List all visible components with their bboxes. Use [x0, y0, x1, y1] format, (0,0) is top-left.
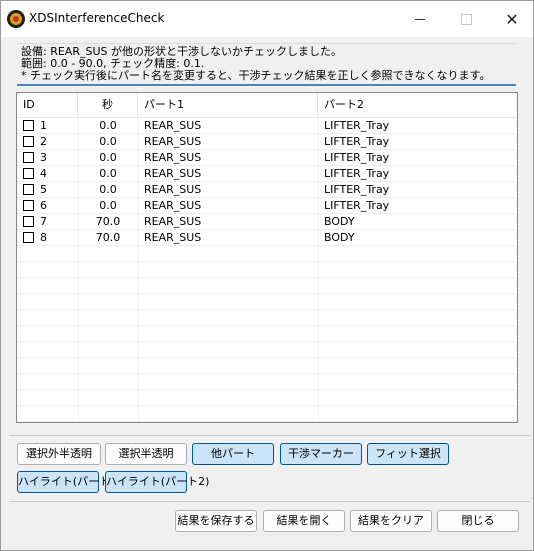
column-header-seconds[interactable]: 秒 — [78, 93, 138, 117]
minimize-button[interactable] — [397, 1, 443, 37]
row-checkbox[interactable] — [23, 152, 34, 163]
row-gridline — [17, 325, 517, 326]
row-gridline — [17, 229, 517, 230]
row-seconds: 0.0 — [99, 119, 117, 132]
table-row[interactable]: 4 0.0 REAR_SUS LIFTER_Tray — [17, 166, 517, 182]
maximize-icon — [460, 13, 472, 25]
table-row[interactable]: 2 0.0 REAR_SUS LIFTER_Tray — [17, 134, 517, 150]
window-title: XDSInterferenceCheck — [29, 11, 165, 25]
clear-results-button[interactable]: 結果をクリア — [350, 510, 432, 532]
row-part1: REAR_SUS — [144, 151, 202, 164]
row-id: 3 — [40, 151, 47, 164]
row-part2: BODY — [324, 215, 355, 228]
row-id: 2 — [40, 135, 47, 148]
row-seconds: 0.0 — [99, 183, 117, 196]
row-part2: LIFTER_Tray — [324, 135, 390, 148]
row-gridline — [17, 261, 517, 262]
column-header-id[interactable]: ID — [17, 93, 78, 117]
row-gridline — [17, 133, 517, 134]
row-part1: REAR_SUS — [144, 183, 202, 196]
row-part1: REAR_SUS — [144, 215, 202, 228]
row-part2: LIFTER_Tray — [324, 199, 390, 212]
row-part2: BODY — [324, 231, 355, 244]
row-gridline — [17, 277, 517, 278]
row-gridline — [17, 149, 517, 150]
message-panel: 設備: REAR_SUS が他の形状と干渉しないかチェックしました。 範囲: 0… — [17, 43, 516, 86]
row-checkbox[interactable] — [23, 120, 34, 131]
close-button[interactable]: 閉じる — [437, 510, 519, 532]
maximize-button[interactable] — [443, 1, 489, 37]
table-header: ID 秒 パート1 パート2 — [17, 93, 517, 118]
highlight-part1-button[interactable]: ハイライト(パート1) — [17, 471, 121, 493]
minimize-icon — [415, 18, 425, 20]
interference-check-window: XDSInterferenceCheck ✕ 設備: REAR_SUS が他の形… — [0, 0, 534, 551]
column-header-part1[interactable]: パート1 — [138, 93, 318, 117]
fit-selection-button[interactable]: フィット選択 — [367, 443, 449, 465]
title-bar[interactable]: XDSInterferenceCheck ✕ — [1, 1, 533, 37]
table-row[interactable]: 1 0.0 REAR_SUS LIFTER_Tray — [17, 118, 517, 134]
row-checkbox[interactable] — [23, 232, 34, 243]
row-id: 5 — [40, 183, 47, 196]
close-icon: ✕ — [505, 9, 519, 29]
row-gridline — [17, 213, 517, 214]
row-gridline — [17, 245, 517, 246]
other-parts-button[interactable]: 他パート — [192, 443, 274, 465]
row-checkbox[interactable] — [23, 184, 34, 195]
row-part1: REAR_SUS — [144, 231, 202, 244]
row-seconds: 70.0 — [95, 231, 121, 244]
row-gridline — [17, 181, 517, 182]
row-part2: LIFTER_Tray — [324, 119, 390, 132]
row-part1: REAR_SUS — [144, 167, 202, 180]
row-gridline — [17, 357, 517, 358]
table-row[interactable]: 3 0.0 REAR_SUS LIFTER_Tray — [17, 150, 517, 166]
message-line-3: * チェック実行後にパート名を変更すると、干渉チェック結果を正しく参照できなくな… — [21, 69, 491, 82]
results-table[interactable]: ID 秒 パート1 パート2 1 0.0 REAR_SUS LIFTER_Tray 2 0… — [16, 92, 518, 423]
row-gridline — [17, 373, 517, 374]
row-id: 6 — [40, 199, 47, 212]
interference-marker-button[interactable]: 干渉マーカー — [280, 443, 362, 465]
row-part2: LIFTER_Tray — [324, 151, 390, 164]
row-checkbox[interactable] — [23, 216, 34, 227]
separator — [9, 501, 530, 502]
row-part1: REAR_SUS — [144, 119, 202, 132]
row-id: 8 — [40, 231, 47, 244]
save-results-button[interactable]: 結果を保存する — [175, 510, 257, 532]
row-id: 7 — [40, 215, 47, 228]
app-icon — [7, 10, 25, 28]
column-header-part2[interactable]: パート2 — [318, 93, 517, 117]
row-gridline — [17, 293, 517, 294]
row-part1: REAR_SUS — [144, 199, 202, 212]
row-gridline — [17, 197, 517, 198]
row-gridline — [17, 309, 517, 310]
row-checkbox[interactable] — [23, 168, 34, 179]
row-seconds: 0.0 — [99, 151, 117, 164]
separator — [9, 435, 530, 436]
row-seconds: 0.0 — [99, 135, 117, 148]
row-seconds: 70.0 — [95, 215, 121, 228]
row-part1: REAR_SUS — [144, 135, 202, 148]
row-part2: LIFTER_Tray — [324, 183, 390, 196]
unselected-semitransparent-button[interactable]: 選択外半透明 — [17, 443, 101, 465]
row-id: 4 — [40, 167, 47, 180]
row-checkbox[interactable] — [23, 136, 34, 147]
selected-semitransparent-button[interactable]: 選択半透明 — [105, 443, 187, 465]
row-gridline — [17, 341, 517, 342]
row-gridline — [17, 389, 517, 390]
row-seconds: 0.0 — [99, 167, 117, 180]
row-id: 1 — [40, 119, 47, 132]
row-checkbox[interactable] — [23, 200, 34, 211]
row-part2: LIFTER_Tray — [324, 167, 390, 180]
row-gridline — [17, 165, 517, 166]
close-window-button[interactable]: ✕ — [489, 1, 534, 37]
row-gridline — [17, 405, 517, 406]
table-row[interactable]: 7 70.0 REAR_SUS BODY — [17, 214, 517, 230]
row-seconds: 0.0 — [99, 199, 117, 212]
row-gridline — [17, 421, 517, 422]
table-row[interactable]: 6 0.0 REAR_SUS LIFTER_Tray — [17, 198, 517, 214]
table-row[interactable]: 5 0.0 REAR_SUS LIFTER_Tray — [17, 182, 517, 198]
highlight-part2-button[interactable]: ハイライト(パート2) — [105, 471, 209, 493]
open-results-button[interactable]: 結果を開く — [263, 510, 345, 532]
table-row[interactable]: 8 70.0 REAR_SUS BODY — [17, 230, 517, 246]
